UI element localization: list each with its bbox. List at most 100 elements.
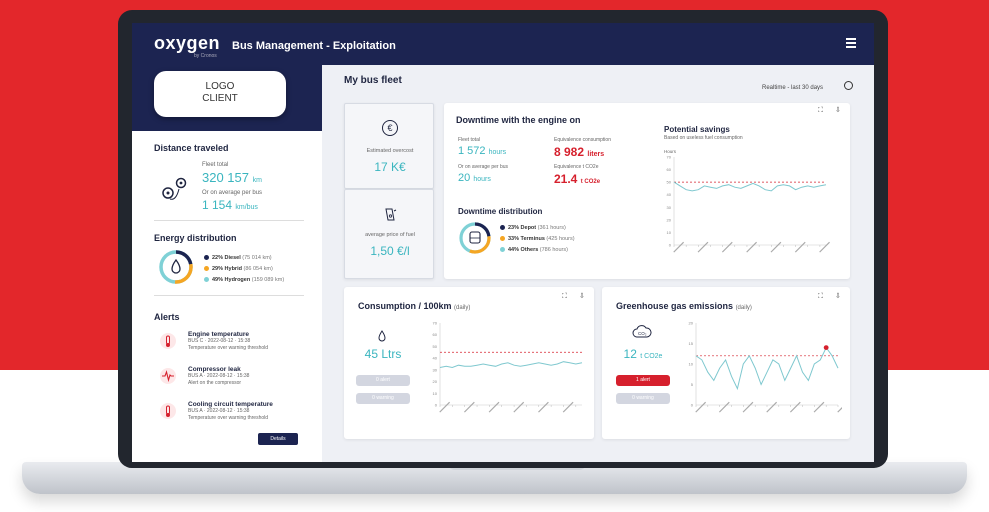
energy-legend-item: 49% Hydrogen (159 089 km) — [204, 275, 284, 286]
sidebar-divider — [154, 295, 304, 296]
x-tick-label — [562, 401, 574, 413]
pulse-icon — [160, 368, 176, 384]
realtime-filter[interactable]: Realtime - last 30 days — [762, 85, 823, 91]
clock-icon[interactable] — [844, 81, 853, 90]
ghg-warning-badge[interactable]: 0 warning — [616, 393, 670, 404]
consumption-daily: (daily) — [454, 305, 471, 311]
app-screen: oxygen by Cronos Bus Management - Exploi… — [132, 23, 874, 462]
x-tick-label — [463, 401, 475, 413]
fuel-price-label: average price of fuel — [365, 232, 415, 238]
download-icon[interactable]: ⇩ — [835, 293, 843, 301]
fuel-pump-icon — [382, 206, 398, 222]
downtime-co2-label: Equivalence t CO2e — [554, 164, 599, 170]
y-tick-label: 0 — [669, 243, 672, 248]
alert-title: Compressor leak — [188, 366, 241, 373]
x-tick-label — [746, 241, 758, 253]
ghg-title: Greenhouse gas emissions (daily) — [616, 301, 752, 311]
download-icon[interactable]: ⇩ — [835, 107, 843, 115]
downtime-legend-item: 44% Others (786 hours) — [500, 245, 575, 256]
y-tick-label: 40 — [667, 192, 672, 197]
legend-dot-icon — [500, 236, 505, 242]
savings-subtitle: Based on useless fuel consumption — [664, 135, 743, 141]
overcost-label: Estimated overcost — [366, 148, 414, 154]
x-tick-label — [813, 401, 825, 413]
euro-icon: € — [382, 120, 398, 136]
expand-icon[interactable]: ⛶ — [818, 107, 826, 115]
alert-item[interactable]: Cooling circuit temperature BUS A · 2022… — [188, 401, 273, 422]
alert-desc: Temperature over warning threshold — [188, 415, 269, 421]
consumption-warning-badge[interactable]: 0 warning — [356, 393, 410, 404]
y-tick-label: 60 — [667, 167, 672, 172]
distance-fleet-value: 320 157 — [202, 170, 249, 185]
x-tick-label — [794, 241, 806, 253]
series-line — [673, 181, 827, 192]
y-tick-label: 10 — [689, 362, 694, 367]
page-title: My bus fleet — [344, 75, 402, 86]
y-tick-label: 20 — [689, 321, 694, 326]
overcost-value: 17 K€ — [374, 160, 406, 174]
x-tick-label — [697, 241, 709, 253]
x-tick-label — [789, 401, 801, 413]
energy-legend: 22% Diesel (75 014 km) 29% Hybrid (86 05… — [204, 253, 284, 286]
distance-avg-value: 1 154 — [202, 198, 233, 212]
ghg-chart: 0 5 10 15 20 — [689, 321, 842, 413]
ghg-title-text: Greenhouse gas emissions — [616, 301, 734, 311]
y-tick-label: 5 — [691, 382, 694, 387]
alert-title: Engine temperature — [188, 331, 250, 338]
alerts-title: Alerts — [154, 312, 180, 322]
ghg-alert-badge[interactable]: 1 alert — [616, 375, 670, 386]
ghg-unit: t CO2e — [640, 353, 663, 360]
y-tick-label: 20 — [667, 217, 672, 222]
x-tick-label — [538, 401, 549, 413]
y-tick-label: 0 — [435, 403, 438, 408]
thermometer-icon — [160, 333, 176, 349]
overcost-card: € Estimated overcost 17 K€ — [344, 103, 434, 189]
download-icon[interactable]: ⇩ — [579, 293, 587, 301]
hamburger-menu-icon[interactable] — [846, 38, 856, 48]
y-tick-label: 10 — [667, 230, 672, 235]
distance-avg-label: Or on average per bus — [202, 190, 263, 196]
expand-icon[interactable]: ⛶ — [818, 293, 826, 301]
legend-dot-icon — [500, 225, 505, 231]
x-tick-label — [673, 241, 685, 253]
y-tick-label: 70 — [433, 321, 438, 326]
downtime-eq-label: Equivalence consumption — [554, 137, 611, 143]
alert-meta: BUS A · 2022-08-12 · 15:38 — [188, 373, 250, 379]
series-line — [439, 361, 583, 369]
app-logo[interactable]: oxygen — [154, 33, 220, 54]
downtime-fleet-value: 1 572 — [458, 145, 486, 157]
x-tick-label — [770, 241, 782, 253]
svg-text:CO₂: CO₂ — [638, 331, 647, 336]
alert-item[interactable]: Compressor leak BUS A · 2022-08-12 · 15:… — [188, 366, 249, 387]
downtime-eq-unit: liters — [587, 151, 605, 158]
legend-dot-icon — [204, 266, 209, 272]
client-logo: LOGO CLIENT — [154, 71, 286, 117]
consumption-alert-badge[interactable]: 0 alert — [356, 375, 410, 386]
details-button[interactable]: Details — [258, 433, 298, 445]
downtime-fleet-label: Fleet total — [458, 137, 480, 143]
fuel-price-card: average price of fuel 1,50 €/l — [344, 189, 434, 279]
energy-legend-item: 29% Hybrid (86 054 km) — [204, 264, 284, 275]
downtime-avg-unit: hours — [473, 176, 491, 183]
y-tick-label: 50 — [667, 180, 672, 185]
client-logo-line1: LOGO — [205, 81, 235, 92]
downtime-donut — [458, 221, 492, 255]
consumption-value: 45 Ltrs — [364, 347, 402, 361]
y-tick-label: 20 — [433, 379, 438, 384]
y-tick-label: 30 — [667, 205, 672, 210]
energy-title: Energy distribution — [154, 233, 237, 243]
downtime-avg-value: 20 — [458, 172, 471, 184]
alert-meta: BUS A · 2022-08-12 · 15:38 — [188, 408, 250, 414]
co2-cloud-icon: CO₂ — [632, 324, 652, 340]
consumption-chart: 0 10 20 30 40 50 60 70 — [433, 321, 583, 413]
expand-icon[interactable]: ⛶ — [562, 293, 570, 301]
y-tick-label: 10 — [433, 391, 438, 396]
alert-point[interactable] — [823, 345, 829, 350]
alert-item[interactable]: Engine temperature BUS C · 2022-08-12 · … — [188, 331, 268, 352]
alert-desc: Temperature over warning threshold — [188, 345, 269, 351]
y-tick-label: 50 — [433, 344, 438, 349]
savings-title: Potential savings — [664, 125, 730, 134]
x-tick-label — [718, 401, 730, 413]
downtime-eq-value: 8 982 — [554, 145, 585, 159]
downtime-legend-item: 23% Depot (361 hours) — [500, 223, 575, 234]
